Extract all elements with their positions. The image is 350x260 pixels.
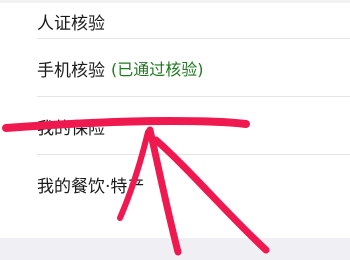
settings-list: 人证核验 手机核验 (已通过核验) 我的保险 我的餐饮·特产 xyxy=(0,3,350,213)
list-item-my-insurance[interactable]: 我的保险 xyxy=(0,97,350,155)
list-item-label: 我的保险 xyxy=(37,118,105,139)
screen: 人证核验 手机核验 (已通过核验) 我的保险 我的餐饮·特产 xyxy=(0,0,350,260)
verification-status: (已通过核验) xyxy=(111,60,204,79)
list-item-label: 我的餐饮·特产 xyxy=(37,176,145,197)
bottom-spacer xyxy=(0,238,350,260)
list-item-label: 人证核验 xyxy=(37,13,105,34)
list-item-label: 手机核验 xyxy=(37,60,105,81)
list-item-id-verification[interactable]: 人证核验 xyxy=(0,3,350,39)
list-item-phone-verification[interactable]: 手机核验 (已通过核验) xyxy=(0,39,350,97)
list-item-my-dining[interactable]: 我的餐饮·特产 xyxy=(0,155,350,213)
